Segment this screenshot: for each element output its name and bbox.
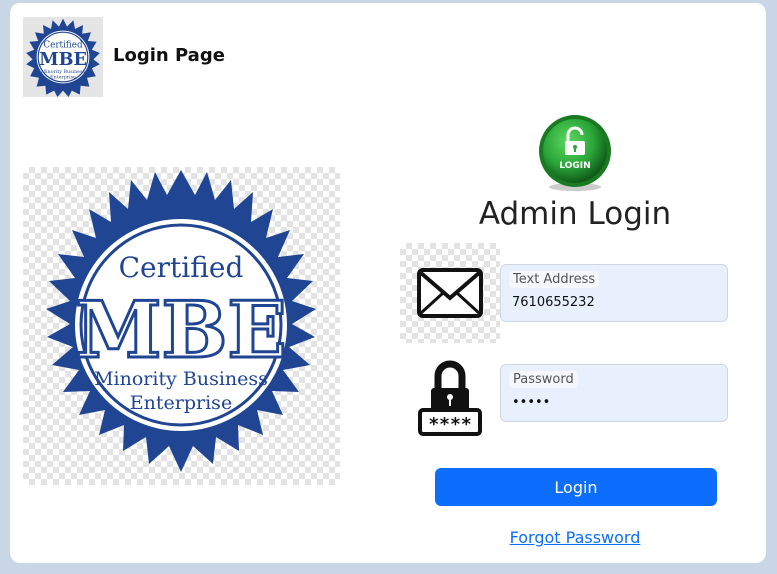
login-button[interactable]: Login xyxy=(435,468,717,506)
envelope-icon xyxy=(400,243,500,343)
admin-login-title: Admin Login xyxy=(478,196,672,232)
login-lock-icon: LOGIN xyxy=(538,113,612,193)
header-mbe-logo: Certified MBE Minority Business Enterpri… xyxy=(23,17,103,98)
text-address-field[interactable]: Text Address 7610655232 xyxy=(500,264,728,322)
login-badge-label: LOGIN xyxy=(559,161,590,171)
seal-certified-text: Certified xyxy=(119,251,244,284)
header-logo-line3: Minority Business xyxy=(41,69,85,75)
password-label: Password xyxy=(509,371,578,388)
page-title: Login Page xyxy=(113,45,225,66)
seal-enterprise-text: Enterprise xyxy=(130,392,232,414)
header-logo-line4: Enterprise xyxy=(50,75,76,81)
password-lock-icon: **** xyxy=(410,350,490,442)
password-value[interactable]: ••••• xyxy=(512,395,550,410)
svg-text:****: **** xyxy=(428,414,471,435)
forgot-password-link[interactable]: Forgot Password xyxy=(450,528,700,547)
password-field[interactable]: Password ••••• xyxy=(500,364,728,422)
header-logo-line2: MBE xyxy=(39,49,87,70)
mbe-seal-logo: Certified MBE Minority Business Enterpri… xyxy=(23,167,340,485)
seal-minority-business-text: Minority Business xyxy=(94,368,268,390)
seal-mbe-text: MBE xyxy=(75,285,287,376)
text-address-label: Text Address xyxy=(509,271,600,288)
text-address-value[interactable]: 7610655232 xyxy=(512,295,595,310)
login-card: Certified MBE Minority Business Enterpri… xyxy=(10,3,766,563)
